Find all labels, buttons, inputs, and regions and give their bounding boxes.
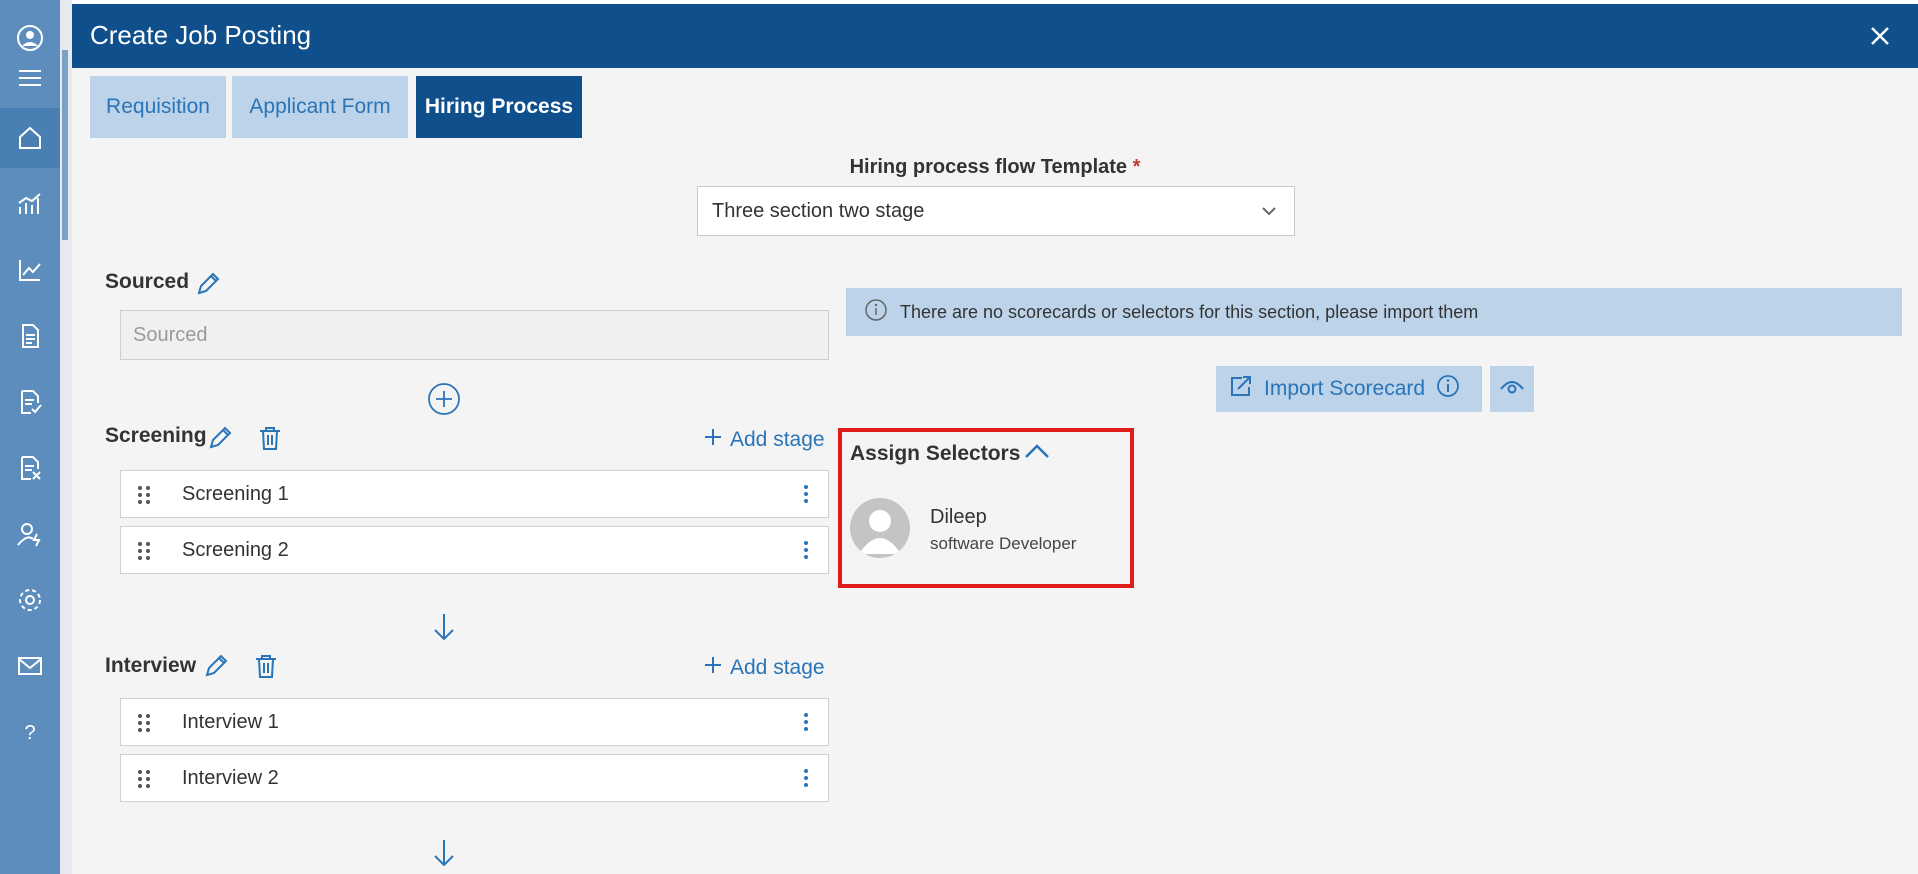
stage-row[interactable]: Interview 1	[120, 698, 829, 746]
stage-row[interactable]: Screening 1	[120, 470, 829, 518]
sourced-input[interactable]: Sourced	[120, 310, 829, 360]
import-scorecard-label: Import Scorecard	[1264, 377, 1426, 400]
add-stage-label: Add stage	[730, 428, 825, 451]
edit-pencil-icon[interactable]	[202, 652, 230, 680]
gear-icon[interactable]	[0, 572, 60, 628]
document-check-icon[interactable]	[0, 374, 60, 430]
trash-icon[interactable]	[256, 424, 284, 452]
add-section-plus-icon[interactable]	[427, 382, 461, 421]
screening-title: Screening	[105, 424, 207, 447]
stage-label: Screening 2	[182, 539, 289, 561]
svg-text:?: ?	[24, 722, 35, 744]
tab-requisition[interactable]: Requisition	[90, 76, 226, 138]
arrow-down-icon	[431, 838, 457, 873]
preview-eye-button[interactable]	[1490, 366, 1534, 412]
drag-handle-icon[interactable]	[135, 711, 153, 740]
selector-role: software Developer	[930, 534, 1077, 553]
background-page-edge	[60, 0, 72, 874]
info-banner: There are no scorecards or selectors for…	[846, 288, 1902, 336]
add-stage-button[interactable]: Add stage	[704, 428, 825, 452]
add-stage-label: Add stage	[730, 656, 825, 679]
mail-icon[interactable]	[0, 638, 60, 694]
info-icon[interactable]	[1435, 373, 1461, 405]
create-job-posting-modal: Create Job Posting Requisition Applicant…	[72, 4, 1918, 874]
document-x-icon[interactable]	[0, 440, 60, 496]
edit-pencil-icon[interactable]	[206, 424, 234, 452]
more-options-icon[interactable]	[802, 767, 810, 794]
import-scorecard-button[interactable]: Import Scorecard	[1216, 366, 1482, 412]
eye-icon	[1499, 377, 1525, 402]
template-selected-value: Three section two stage	[712, 199, 925, 222]
hamburger-menu-icon[interactable]	[0, 50, 60, 106]
drag-handle-icon[interactable]	[135, 483, 153, 512]
stage-label: Interview 1	[182, 711, 279, 733]
stage-row[interactable]: Interview 2	[120, 754, 829, 802]
info-icon	[864, 298, 888, 327]
line-chart-icon[interactable]	[0, 242, 60, 298]
edit-pencil-icon[interactable]	[194, 270, 222, 298]
more-options-icon[interactable]	[802, 539, 810, 566]
document-icon[interactable]	[0, 308, 60, 364]
plus-icon	[704, 428, 722, 452]
modal-title: Create Job Posting	[90, 20, 312, 50]
required-mark: *	[1132, 156, 1141, 178]
chevron-up-icon[interactable]	[1022, 440, 1052, 469]
bar-chart-icon[interactable]	[0, 176, 60, 232]
info-banner-text: There are no scorecards or selectors for…	[900, 301, 1479, 322]
close-icon[interactable]	[1866, 22, 1894, 50]
stage-label: Screening 1	[182, 483, 289, 505]
drag-handle-icon[interactable]	[135, 539, 153, 568]
add-stage-button[interactable]: Add stage	[704, 656, 825, 680]
more-options-icon[interactable]	[802, 711, 810, 738]
selector-name: Dileep	[930, 506, 987, 528]
home-icon[interactable]	[0, 108, 60, 168]
interview-title: Interview	[105, 654, 197, 677]
user-bolt-icon[interactable]	[0, 506, 60, 562]
stage-label: Interview 2	[182, 767, 279, 789]
assign-selectors-panel: Assign Selectors Dileep software Develop…	[838, 428, 1134, 588]
arrow-down-icon	[431, 612, 457, 647]
stage-row[interactable]: Screening 2	[120, 526, 829, 574]
help-icon[interactable]: ?	[0, 704, 60, 760]
chevron-down-icon	[1258, 200, 1280, 228]
drag-handle-icon[interactable]	[135, 767, 153, 796]
plus-icon	[704, 656, 722, 680]
trash-icon[interactable]	[252, 652, 280, 680]
tab-hiring-process[interactable]: Hiring Process	[416, 76, 582, 138]
avatar	[850, 498, 910, 558]
tab-applicant-form[interactable]: Applicant Form	[232, 76, 408, 138]
modal-header: Create Job Posting	[72, 4, 1918, 68]
template-select[interactable]: Three section two stage	[697, 186, 1295, 236]
template-label: Hiring process flow Template *	[72, 156, 1918, 179]
more-options-icon[interactable]	[802, 483, 810, 510]
sourced-title: Sourced	[105, 270, 190, 293]
template-label-text: Hiring process flow Template	[849, 156, 1128, 178]
share-export-icon	[1228, 373, 1254, 405]
assign-selectors-title: Assign Selectors	[850, 442, 1021, 465]
app-sidebar: ?	[0, 0, 60, 874]
